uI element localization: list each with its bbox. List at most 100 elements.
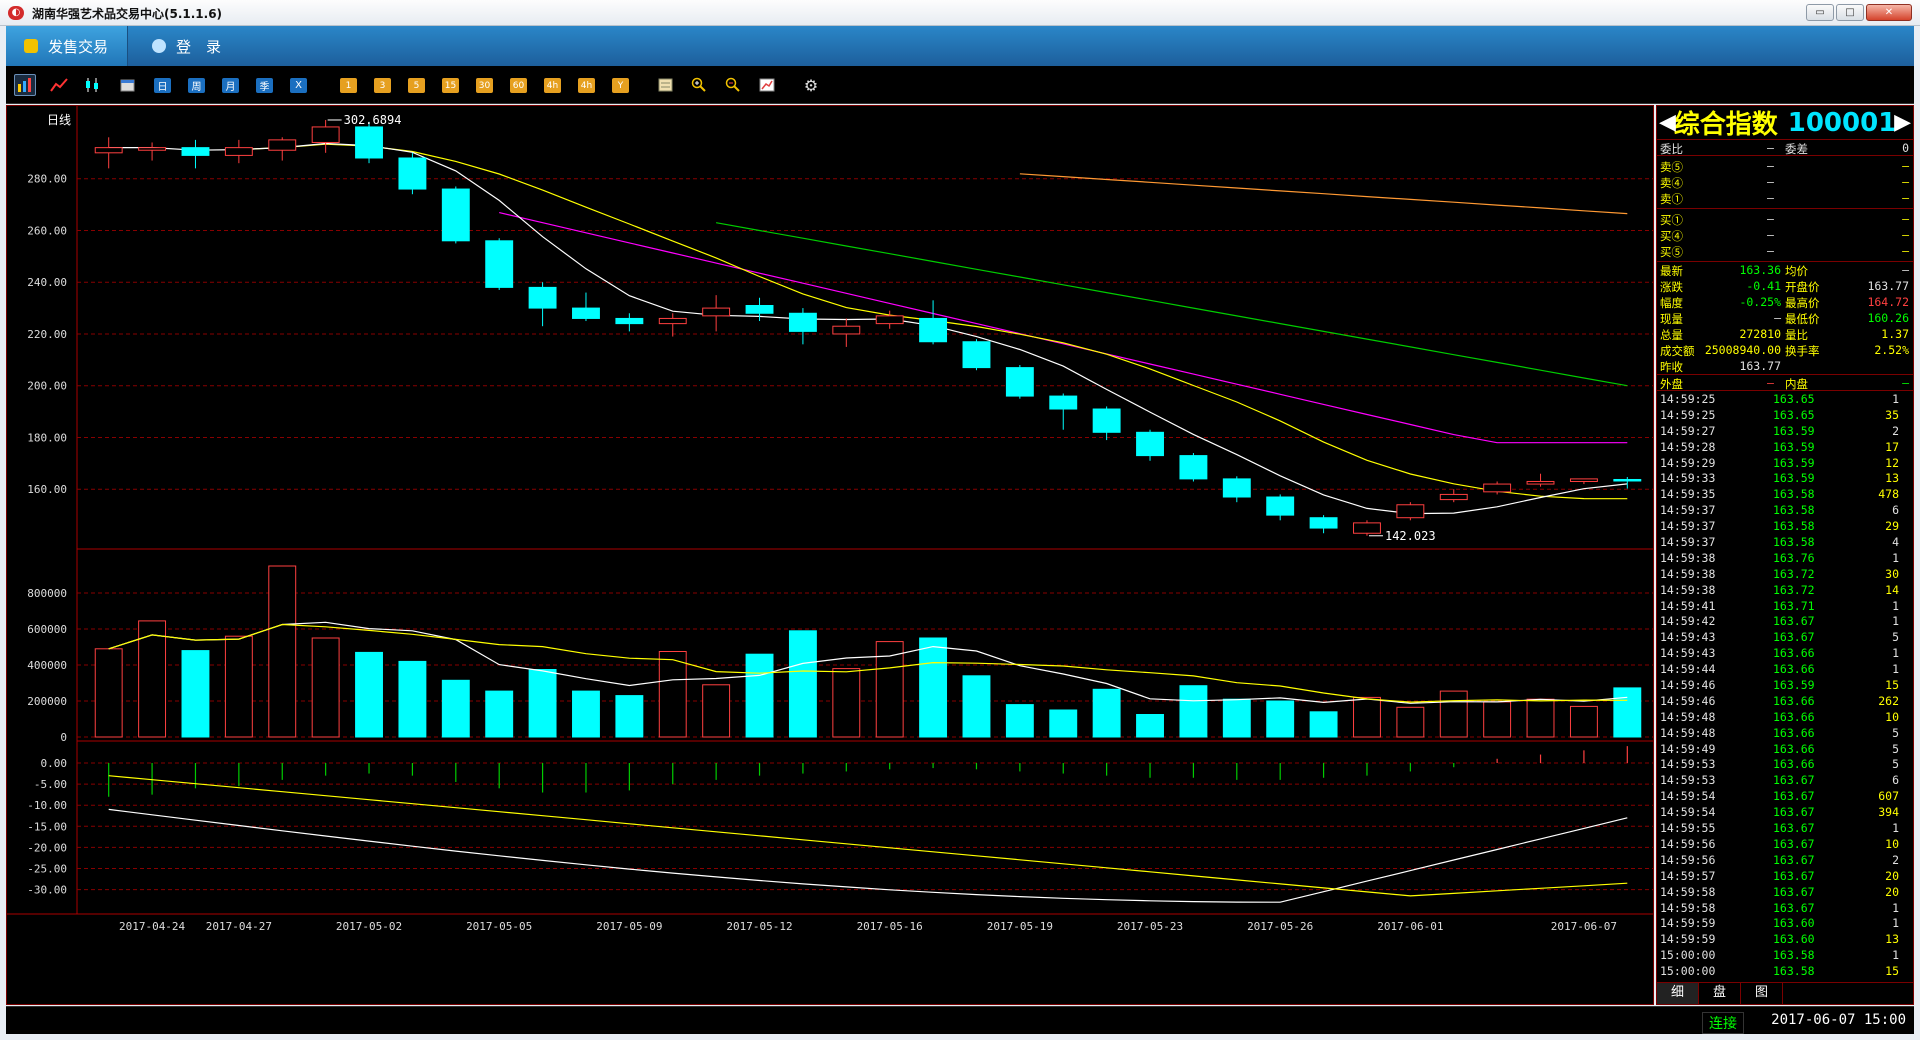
date-tick-label: 2017-06-07 [1551,920,1617,933]
tick-time: 14:59:58 [1660,884,1716,899]
tick-price: 163.67 [1773,884,1815,899]
tick-time: 14:59:44 [1660,662,1716,677]
tab-orderbook[interactable]: 盘 [1699,983,1741,1004]
prev-symbol-icon[interactable]: ◀ [1659,110,1676,135]
period-day-button[interactable]: 日 [154,78,171,93]
stat-label: 涨跌 [1660,280,1683,294]
candle-up [138,147,167,151]
interval-15-button[interactable]: 15 [442,78,459,93]
buy-level-volume: — [1902,228,1909,242]
volume-bar [485,690,514,738]
edit-icon[interactable] [654,74,676,96]
period-month-button[interactable]: 月 [222,78,239,93]
tick-volume: 394 [1878,805,1899,820]
sell-level-label: 卖⑤ [1660,160,1683,174]
tick-time: 14:59:41 [1660,598,1716,613]
inner-value: — [1902,376,1909,390]
tick-price: 163.67 [1773,852,1815,867]
tick-time: 14:59:42 [1660,614,1716,629]
volume-bar [572,690,600,738]
line-chart-icon[interactable] [48,74,70,96]
tick-volume: 1 [1892,614,1899,629]
tick-time: 14:59:48 [1660,725,1716,740]
tick-price: 163.58 [1773,535,1815,550]
next-symbol-icon[interactable]: ▶ [1894,110,1911,135]
tick-price: 163.66 [1773,646,1815,661]
close-button[interactable]: ✕ [1866,4,1912,21]
interval-3-button[interactable]: 3 [374,78,391,93]
stat-value-2: 2.52% [1874,343,1909,357]
tick-list[interactable]: 14:59:25 163.65 1 14:59:25 163.65 35 14:59:27 1… [1657,391,1913,979]
date-tick-label: 2017-05-09 [596,920,662,933]
interval-4h-alt-button[interactable]: 4h [578,78,595,93]
candle-up [1483,483,1512,493]
tick-row: 14:59:43 163.67 5 [1657,629,1913,645]
tab-chart[interactable]: 图 [1741,983,1783,1004]
tick-price: 163.67 [1773,789,1815,804]
kline-icon[interactable] [14,74,36,96]
tick-row: 14:59:56 163.67 2 [1657,852,1913,868]
volume-bar [311,637,340,738]
draw-icon[interactable] [756,74,778,96]
tick-price: 163.59 [1773,471,1815,486]
interval-60-button[interactable]: 60 [510,78,527,93]
sell-level-label: 卖④ [1660,176,1683,190]
tick-row: 14:59:37 163.58 4 [1657,534,1913,550]
stat-value-2: 163.77 [1867,279,1909,293]
tick-row: 14:59:29 163.59 12 [1657,455,1913,471]
menu-trade-label: 发售交易 [48,37,109,56]
interval-1-button[interactable]: 1 [340,78,357,93]
stat-label-2: 均价 [1785,264,1808,278]
minimize-button[interactable]: ▭ [1806,4,1834,21]
interval-30-button[interactable]: 30 [476,78,493,93]
buy-level-row: 买① — — [1657,211,1913,227]
diff-value: 0 [1902,141,1909,155]
tick-row: 14:59:46 163.66 262 [1657,693,1913,709]
volume-bar [441,679,470,738]
tab-detail[interactable]: 细 [1657,983,1699,1004]
tick-row: 14:59:59 163.60 1 [1657,915,1913,931]
menu-login[interactable]: 登 录 [146,26,221,66]
gear-icon[interactable]: ⚙ [800,74,822,96]
tick-volume: 1 [1892,550,1899,565]
stat-row: 成交额 25008940.00 换手率 2.52% [1657,342,1913,358]
date-tick-label: 2017-05-12 [726,920,792,933]
period-quarter-button[interactable]: 季 [256,78,273,93]
zoom-out-icon[interactable] [722,74,744,96]
period-week-button[interactable]: 周 [188,78,205,93]
menu-trade[interactable]: 发售交易 [6,26,128,66]
stat-label-2: 量比 [1785,328,1808,342]
tick-price: 163.72 [1773,582,1815,597]
zoom-in-icon[interactable] [688,74,710,96]
ma30-line [715,222,1628,387]
tick-volume: 5 [1892,630,1899,645]
tick-row: 14:59:43 163.66 1 [1657,645,1913,661]
maximize-button[interactable]: □ [1836,4,1864,21]
kline-chart[interactable]: 日线 280.00 260.00 240.00 220.00 200.00 180.00 16… [7,106,1653,1004]
stat-value: 163.36 [1739,263,1781,277]
candles-icon[interactable] [82,74,104,96]
volume-tick-label: 600000 [27,623,67,636]
tick-volume: 6 [1892,503,1899,518]
tick-time: 14:59:55 [1660,821,1716,836]
tick-time: 14:59:54 [1660,789,1716,804]
interval-4h-button[interactable]: 4h [544,78,561,93]
tick-time: 14:59:48 [1660,709,1716,724]
volume-bar [1353,696,1381,738]
interval-y-button[interactable]: Y [612,78,629,93]
period-x-button[interactable]: X [290,78,307,93]
stat-label: 最新 [1660,264,1683,278]
tick-time: 14:59:43 [1660,630,1716,645]
tick-volume: 10 [1885,836,1899,851]
sell-level-price: — [1767,159,1774,173]
stat-row: 涨跌 -0.41 开盘价 163.77 [1657,278,1913,294]
volume-bar [1049,709,1078,738]
tick-volume: 478 [1878,487,1899,502]
tick-price: 163.65 [1773,407,1815,422]
calendar-icon[interactable] [116,74,138,96]
tick-volume: 4 [1892,535,1899,550]
interval-5-button[interactable]: 5 [408,78,425,93]
volume-bar [1396,706,1425,738]
kline-chart-panel[interactable]: 日线 280.00 260.00 240.00 220.00 200.00 180.00 16… [6,105,1654,1005]
buy-levels: 买① — — 买④ — — 买⑤ — — [1657,209,1913,262]
